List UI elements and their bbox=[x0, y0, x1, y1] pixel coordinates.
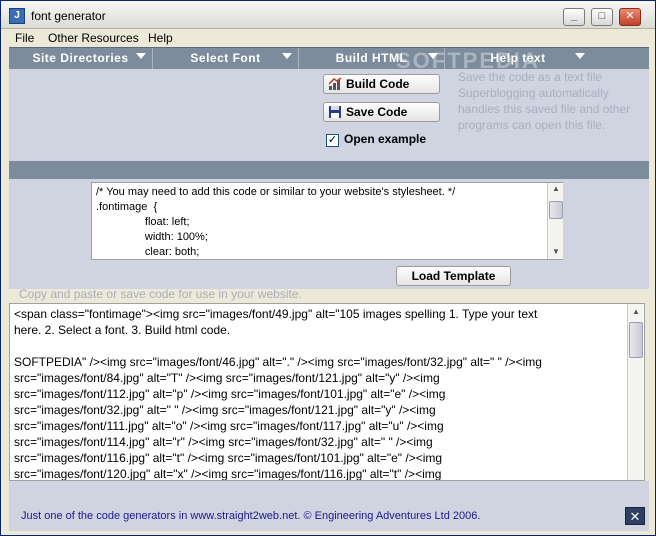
tab-bar: Site Directories Select Font Build HTML … bbox=[9, 47, 649, 69]
code-line: src="images/font/116.jpg" alt="t" /><img… bbox=[14, 451, 443, 465]
app-window: J font generator _ □ ✕ File Other Resour… bbox=[0, 0, 656, 536]
open-example-checkbox[interactable]: ✓ bbox=[326, 134, 339, 147]
scroll-down-icon[interactable]: ▼ bbox=[549, 246, 563, 258]
scroll-thumb[interactable] bbox=[629, 322, 643, 358]
chevron-down-icon bbox=[136, 53, 146, 59]
code-line: src="images/font/32.jpg" alt=" " /><img … bbox=[14, 403, 436, 417]
menu-other-resources[interactable]: Other Resources bbox=[48, 31, 139, 45]
generated-code-textarea[interactable]: <span class="fontimage"><img src="images… bbox=[9, 303, 645, 481]
code-line: src="images/font/120.jpg" alt="x" /><img… bbox=[14, 467, 442, 481]
tab-label: Site Directories bbox=[32, 51, 129, 65]
menu-file[interactable]: File bbox=[15, 31, 34, 45]
scroll-thumb[interactable] bbox=[549, 201, 563, 219]
floppy-disk-icon bbox=[329, 106, 341, 118]
copy-hint: Copy and paste or save code for use in y… bbox=[19, 287, 302, 301]
separator-band bbox=[9, 161, 649, 179]
code-line: here. 2. Select a font. 3. Build html co… bbox=[14, 323, 231, 337]
build-icon bbox=[328, 77, 342, 90]
title-bar[interactable]: J font generator _ □ ✕ bbox=[1, 1, 655, 29]
load-template-button[interactable]: Load Template bbox=[396, 266, 511, 286]
chevron-down-icon bbox=[282, 53, 292, 59]
close-window-button[interactable]: ✕ bbox=[619, 8, 641, 26]
build-code-button[interactable]: Build Code bbox=[323, 74, 440, 94]
code-scrollbar[interactable]: ▲ bbox=[627, 304, 643, 480]
tab-label: Select Font bbox=[190, 51, 261, 65]
code-line: SOFTPEDIA" /><img src="images/font/46.jp… bbox=[14, 355, 542, 369]
open-example-label: Open example bbox=[344, 132, 427, 146]
scroll-up-icon[interactable]: ▲ bbox=[549, 183, 563, 195]
close-icon[interactable]: ✕ bbox=[625, 507, 645, 525]
help-title: Save the code as a text file bbox=[458, 70, 603, 84]
chevron-down-icon bbox=[575, 53, 585, 59]
save-code-button[interactable]: Save Code bbox=[323, 102, 440, 122]
tab-site-directories[interactable]: Site Directories bbox=[9, 48, 153, 69]
stylesheet-textarea[interactable]: /* You may need to add this code or simi… bbox=[91, 182, 563, 260]
code-line: src="images/font/112.jpg" alt="p" /><img… bbox=[14, 387, 446, 401]
footer bbox=[9, 481, 649, 531]
help-body: Superblogging automatically handles this… bbox=[458, 86, 631, 132]
code-line: src="images/font/111.jpg" alt="o" /><img… bbox=[14, 419, 444, 433]
maximize-button[interactable]: □ bbox=[591, 8, 613, 26]
window-title: font generator bbox=[31, 9, 106, 23]
menu-bar: File Other Resources Help bbox=[1, 29, 655, 47]
code-line: src="images/font/114.jpg" alt="r" /><img… bbox=[14, 435, 433, 449]
minimize-button[interactable]: _ bbox=[563, 8, 585, 26]
scroll-up-icon[interactable]: ▲ bbox=[629, 306, 643, 318]
tab-select-font[interactable]: Select Font bbox=[153, 48, 299, 69]
build-code-label: Build Code bbox=[346, 77, 410, 91]
help-text-panel: Save the code as a text file Superbloggi… bbox=[458, 69, 648, 133]
footer-credit: Just one of the code generators in www.s… bbox=[21, 510, 481, 522]
save-code-label: Save Code bbox=[346, 105, 408, 119]
menu-help[interactable]: Help bbox=[148, 31, 173, 45]
code-line: <span class="fontimage"><img src="images… bbox=[14, 307, 538, 321]
code-line: src="images/font/84.jpg" alt="T" /><img … bbox=[14, 371, 440, 385]
java-cup-icon: J bbox=[9, 8, 25, 24]
stylesheet-scrollbar[interactable]: ▲ ▼ bbox=[547, 183, 563, 259]
